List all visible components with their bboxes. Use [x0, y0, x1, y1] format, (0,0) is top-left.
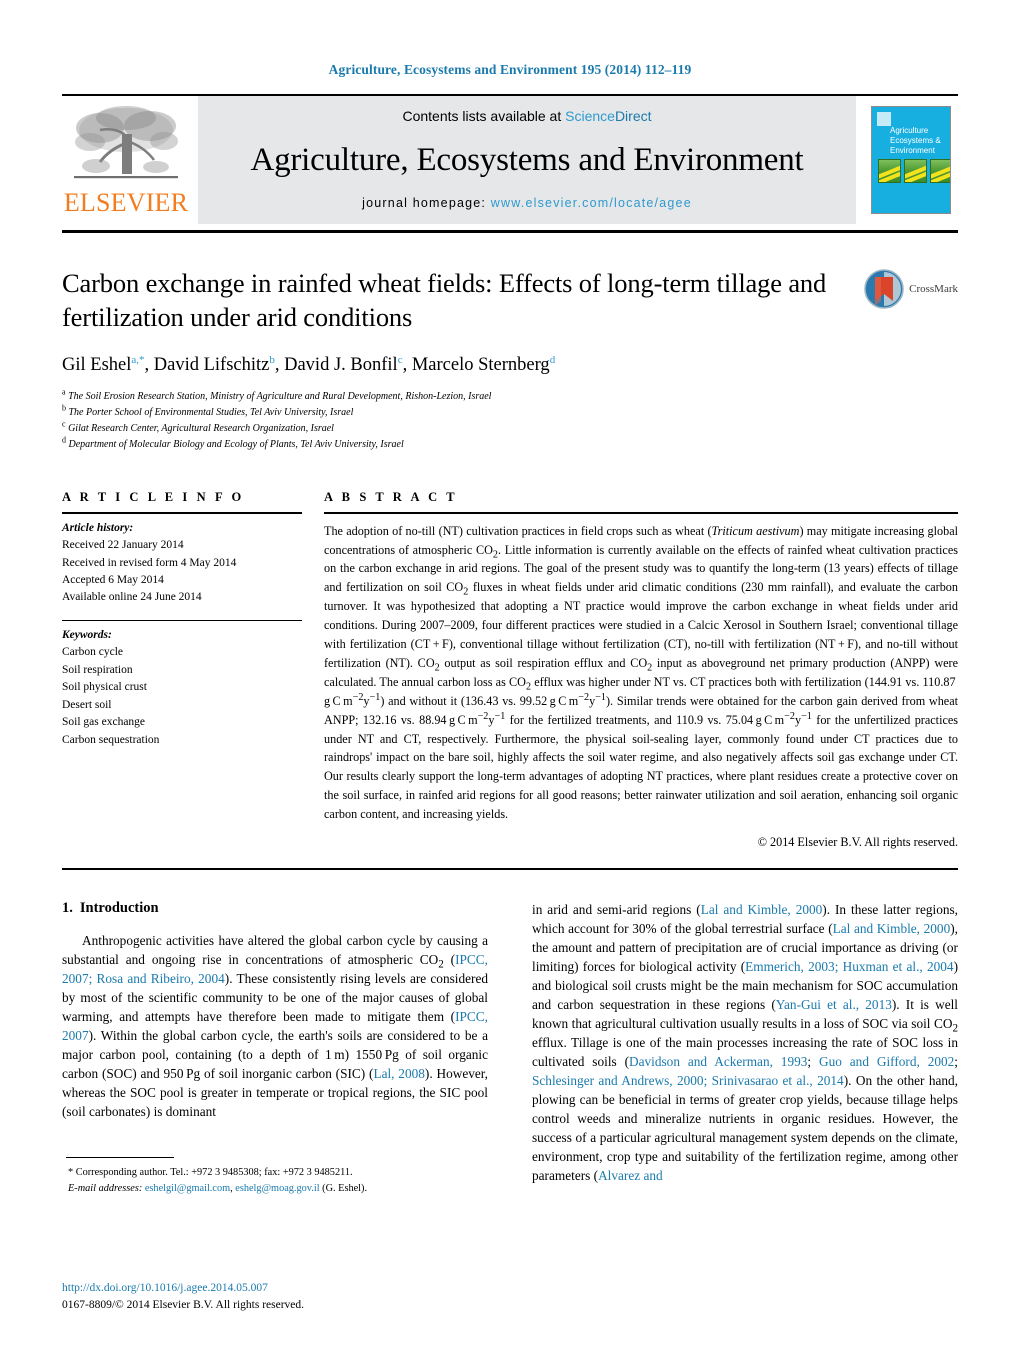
doi-link[interactable]: http://dx.doi.org/10.1016/j.agee.2014.05… — [62, 1280, 304, 1296]
email-label: E-mail addresses: — [68, 1182, 143, 1194]
keyword-item: Soil physical crust — [62, 681, 147, 694]
corresponding-author-text: * Corresponding author. Tel.: +972 3 948… — [68, 1167, 353, 1179]
cover-image: Agriculture Ecosystems & Environment — [871, 106, 951, 214]
author-marks: b — [269, 353, 275, 366]
history-item: Received 22 January 2014 — [62, 539, 184, 552]
article-body: 1. Introduction Anthropogenic activities … — [62, 900, 958, 1196]
affiliation-text: Gilat Research Center, Agricultural Rese… — [68, 423, 334, 435]
affiliation-item: c Gilat Research Center, Agricultural Re… — [62, 419, 834, 437]
journal-masthead: ELSEVIER Contents lists available at Sci… — [62, 94, 958, 224]
affiliation-mark: c — [62, 419, 66, 429]
cover-field-tile — [904, 159, 927, 183]
page-title: Carbon exchange in rainfed wheat fields:… — [62, 268, 827, 332]
affiliation-list: a The Soil Erosion Research Station, Min… — [62, 387, 834, 454]
section-number: 1. — [62, 900, 73, 917]
author-name: David Lifschitz — [153, 354, 270, 375]
journal-article-page: Agriculture, Ecosystems and Environment … — [0, 0, 1020, 1351]
masthead-bottom-rule — [62, 230, 958, 233]
affiliation-mark: d — [62, 436, 66, 446]
author-name: Gil Eshel — [62, 354, 132, 375]
article-history: Article history: Received 22 January 201… — [62, 520, 302, 607]
cover-publisher-mark-icon — [877, 112, 891, 126]
article-info-column: A R T I C L E I N F O Article history: R… — [62, 490, 324, 851]
cover-field-tile — [878, 159, 901, 183]
author-marks: d — [549, 353, 556, 366]
abstract-copyright: © 2014 Elsevier B.V. All rights reserved… — [757, 835, 958, 850]
elsevier-tree-icon — [74, 106, 178, 179]
article-info-rule — [62, 511, 302, 514]
page-footer: http://dx.doi.org/10.1016/j.agee.2014.05… — [62, 1280, 304, 1313]
affiliation-text: The Porter School of Environmental Studi… — [68, 407, 354, 419]
elsevier-wordmark: ELSEVIER — [63, 188, 189, 217]
email-line: E-mail addresses: eshelgil@gmail.com, es… — [68, 1182, 368, 1194]
email-link-2[interactable]: eshelg@moag.gov.il — [235, 1183, 319, 1194]
abstract-rule — [324, 511, 958, 514]
sciencedirect-part2: Direct — [614, 108, 652, 124]
section-heading-introduction: 1. Introduction — [62, 900, 488, 917]
contents-prefix: Contents lists available at — [402, 108, 566, 124]
affiliation-mark: a — [62, 387, 66, 397]
article-info-heading: A R T I C L E I N F O — [62, 489, 245, 504]
introduction-paragraph-left: Anthropogenic activities have altered th… — [62, 933, 488, 1120]
corresponding-author-footnote: * Corresponding author. Tel.: +972 3 948… — [62, 1165, 488, 1196]
cover-title-text: Agriculture Ecosystems & Environment — [890, 126, 941, 155]
issn-copyright-line: 0167-8809/© 2014 Elsevier B.V. All right… — [62, 1298, 305, 1311]
history-item: Received in revised form 4 May 2014 — [62, 556, 237, 569]
keyword-list: Keywords: Carbon cycle Soil respiration … — [62, 627, 302, 749]
email-link-1[interactable]: eshelgil@gmail.com — [145, 1183, 230, 1194]
journal-cover-thumbnail[interactable]: Agriculture Ecosystems & Environment — [864, 96, 958, 224]
abstract-bottom-rule — [62, 868, 958, 871]
journal-homepage-link[interactable]: www.elsevier.com/locate/agee — [491, 196, 692, 210]
sciencedirect-part1: Science — [565, 108, 615, 124]
abstract-heading: A B S T R A C T — [324, 489, 458, 504]
info-abstract-section: A R T I C L E I N F O Article history: R… — [62, 490, 958, 851]
abstract-body: The adoption of no-till (NT) cultivation… — [324, 522, 958, 825]
affiliation-item: b The Porter School of Environmental Stu… — [62, 403, 834, 421]
history-item: Available online 24 June 2014 — [62, 591, 202, 604]
affiliation-mark: b — [62, 403, 66, 413]
journal-homepage-line: journal homepage: www.elsevier.com/locat… — [362, 196, 692, 210]
cover-field-illustration — [878, 159, 950, 183]
article-history-label: Article history: — [62, 521, 134, 534]
affiliation-text: Department of Molecular Biology and Ecol… — [68, 439, 404, 451]
crossmark-icon — [864, 269, 904, 309]
author-name: Marcelo Sternberg — [411, 354, 550, 375]
journal-title: Agriculture, Ecosystems and Environment — [250, 141, 804, 178]
section-title: Introduction — [79, 900, 159, 917]
cover-field-tile — [930, 159, 950, 183]
contents-list-line: Contents lists available at ScienceDirec… — [402, 108, 651, 124]
introduction-paragraph-right: in arid and semi-arid regions (Lal and K… — [532, 902, 959, 1184]
sciencedirect-link[interactable]: ScienceDirect — [565, 108, 651, 124]
author-name: David J. Bonfil — [284, 354, 398, 375]
keywords-rule — [62, 619, 302, 621]
history-item: Accepted 6 May 2014 — [62, 574, 164, 587]
email-suffix: (G. Eshel). — [322, 1182, 368, 1194]
elsevier-logo: ELSEVIER — [62, 96, 190, 224]
masthead-center: Contents lists available at ScienceDirec… — [198, 96, 856, 224]
keyword-item: Soil respiration — [62, 663, 133, 676]
homepage-label: journal homepage: — [362, 195, 487, 210]
body-column-left: 1. Introduction Anthropogenic activities … — [62, 900, 488, 1196]
crossmark-badge[interactable]: CrossMark — [848, 267, 958, 454]
affiliation-item: a The Soil Erosion Research Station, Min… — [62, 387, 834, 405]
crossmark-label: CrossMark — [909, 283, 958, 295]
abstract-column: A B S T R A C T The adoption of no-till … — [324, 490, 958, 851]
footnote-rule — [66, 1157, 174, 1159]
keyword-item: Carbon cycle — [62, 646, 123, 659]
abstract-paragraph: The adoption of no-till (NT) cultivation… — [324, 523, 959, 822]
keyword-item: Desert soil — [62, 698, 112, 711]
author-list: Gil Eshela,*, David Lifschitzb, David J.… — [62, 353, 556, 375]
affiliation-text: The Soil Erosion Research Station, Minis… — [68, 390, 492, 402]
author-marks: c — [397, 353, 403, 366]
author-marks: a,* — [131, 353, 145, 366]
affiliation-item: d Department of Molecular Biology and Ec… — [62, 437, 834, 453]
title-block: Carbon exchange in rainfed wheat fields:… — [62, 267, 958, 454]
keyword-item: Soil gas exchange — [62, 716, 146, 729]
body-column-right: in arid and semi-arid regions (Lal and K… — [532, 900, 958, 1196]
keyword-item: Carbon sequestration — [62, 733, 160, 746]
running-head: Agriculture, Ecosystems and Environment … — [328, 62, 692, 77]
keywords-label: Keywords: — [62, 628, 112, 641]
